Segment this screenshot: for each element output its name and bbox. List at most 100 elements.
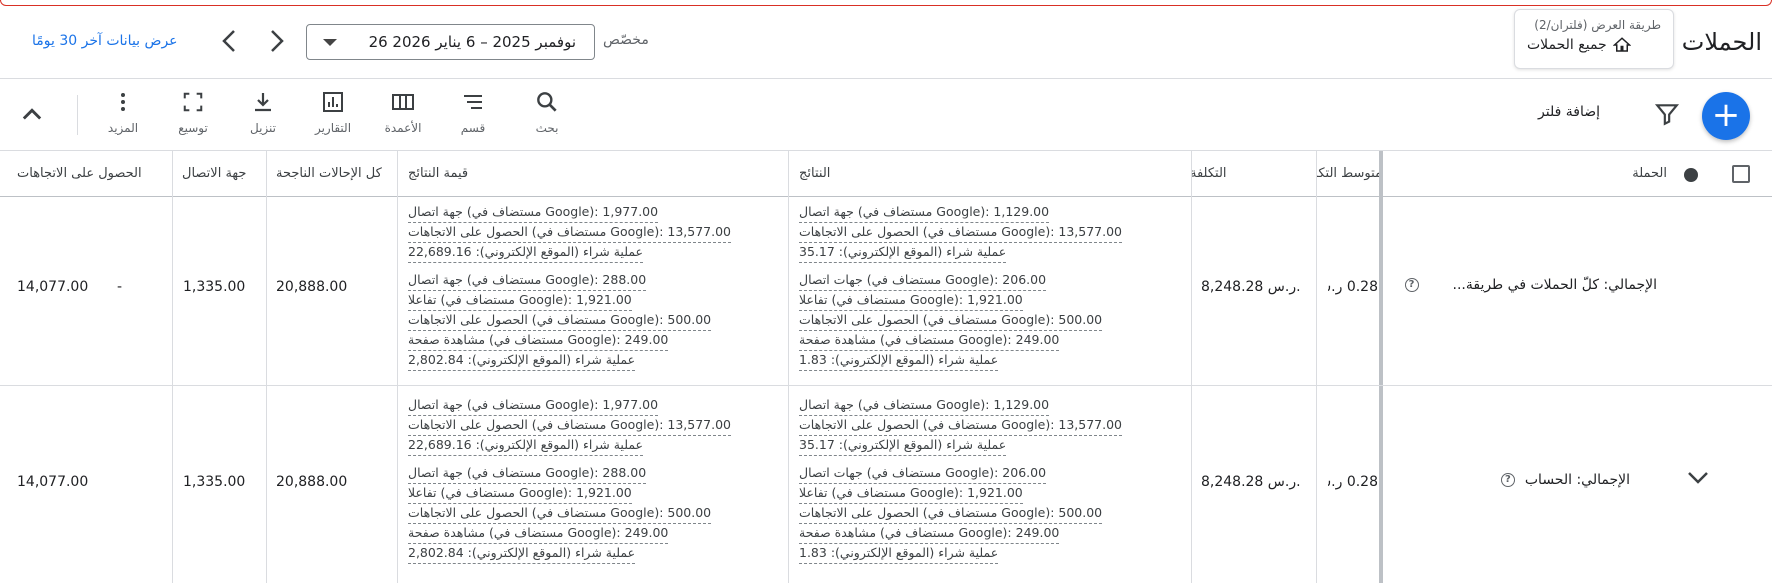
home-icon — [1612, 37, 1631, 52]
download-icon — [255, 93, 271, 112]
avg-cost-cell: 0.28 ر.س. — [1328, 279, 1378, 295]
results-line[interactable]: الحصول على الاتجاهات (مستضاف في Google):… — [799, 223, 1123, 243]
column-header-avg-cost[interactable]: متوسط التكلفة — [1316, 166, 1382, 181]
directions-cell: 14,077.00 — [17, 279, 89, 295]
results-bottom-group: جهات اتصال (مستضاف في Google): 206.00 تف… — [799, 464, 1179, 564]
dash-placeholder: - — [117, 279, 123, 295]
table-row[interactable]: الإجمالي: كلّ الحملات في طريقة... ? 0.28… — [0, 197, 1772, 386]
results-value-line[interactable]: تفاعلا (مستضاف في Google): 1,921.00 — [408, 291, 632, 311]
avg-cost-cell: 0.28 ر.س. — [1328, 474, 1378, 490]
date-range-text: 26 نوفمبر 2025 – 6 يناير 2026 — [368, 33, 576, 51]
table-row[interactable]: الإجمالي: الحساب ? 0.28 ر.س. 8,248.28 ر.… — [0, 386, 1772, 583]
all-conversions-cell: 20,888.00 — [276, 474, 348, 490]
next-period-icon[interactable] — [269, 28, 285, 59]
results-line[interactable]: عملية شراء (الموقع الإلكتروني): 35.17 — [799, 243, 1007, 263]
status-dot-icon[interactable] — [1684, 168, 1698, 182]
chevron-down-icon[interactable] — [1686, 470, 1710, 486]
results-value-line[interactable]: الحصول على الاتجاهات (مستضاف في Google):… — [408, 223, 732, 243]
results-line[interactable]: جهة اتصال (مستضاف في Google): 1,129.00 — [799, 396, 1050, 416]
results-line[interactable]: جهات اتصال (مستضاف في Google): 206.00 — [799, 464, 1047, 484]
download-label: تنزيل — [249, 121, 276, 135]
results-top-group: جهة اتصال (مستضاف في Google): 1,129.00 ا… — [799, 396, 1179, 456]
help-icon[interactable]: ? — [1404, 278, 1419, 292]
row-name: الإجمالي: الحساب — [1524, 472, 1630, 488]
select-all-checkbox[interactable] — [1732, 165, 1750, 183]
page-header: الحملات طريقة العرض (فلتران/2) جميع الحم… — [0, 6, 1772, 78]
view-mode-value: جميع الحملات — [1527, 37, 1607, 53]
results-value-line[interactable]: مشاهدة صفحة (مستضاف في Google): 249.00 — [408, 331, 669, 351]
results-value-line[interactable]: جهة اتصال (مستضاف في Google): 1,977.00 — [408, 396, 659, 416]
results-line[interactable]: الحصول على الاتجاهات (مستضاف في Google):… — [799, 504, 1103, 524]
row-name: الإجمالي: كلّ الحملات في طريقة... — [1452, 277, 1658, 293]
page-title: الحملات — [1681, 28, 1762, 56]
more-label: المزيد — [107, 121, 139, 135]
help-icon[interactable]: ? — [1500, 473, 1515, 487]
segment-icon — [464, 95, 482, 109]
results-line[interactable]: عملية شراء (الموقع الإلكتروني): 1.83 — [799, 544, 999, 564]
results-value-line[interactable]: عملية شراء (الموقع الإلكتروني): 22,689.1… — [408, 243, 644, 263]
chevron-up-icon[interactable] — [18, 101, 46, 129]
segment-button[interactable]: قسم — [438, 87, 508, 135]
results-value-line[interactable]: عملية شراء (الموقع الإلكتروني): 22,689.1… — [408, 436, 644, 456]
results-value-line[interactable]: عملية شراء (الموقع الإلكتروني): 2,802.84 — [408, 351, 636, 371]
cost-cell: 8,248.28 ر.س. — [1201, 474, 1301, 490]
results-bottom-group: جهات اتصال (مستضاف في Google): 206.00 تف… — [799, 271, 1179, 371]
results-value-cell: جهة اتصال (مستضاف في Google): 1,977.00 ا… — [408, 396, 783, 572]
results-line[interactable]: عملية شراء (الموقع الإلكتروني): 35.17 — [799, 436, 1007, 456]
results-value-line[interactable]: الحصول على الاتجاهات (مستضاف في Google):… — [408, 416, 732, 436]
add-campaign-button[interactable]: + — [1702, 92, 1750, 140]
results-line[interactable]: جهات اتصال (مستضاف في Google): 206.00 — [799, 271, 1047, 291]
column-header-results-value[interactable]: قيمة النتائج — [408, 166, 468, 181]
search-label: بحث — [535, 121, 559, 135]
columns-button[interactable]: الأعمدة — [368, 87, 438, 135]
search-button[interactable]: بحث — [512, 87, 582, 135]
results-line[interactable]: مشاهدة صفحة (مستضاف في Google): 249.00 — [799, 524, 1060, 544]
results-value-top-group: جهة اتصال (مستضاف في Google): 1,977.00 ا… — [408, 396, 783, 456]
results-cell: جهة اتصال (مستضاف في Google): 1,129.00 ا… — [799, 203, 1179, 379]
results-value-line[interactable]: عملية شراء (الموقع الإلكتروني): 2,802.84 — [408, 544, 636, 564]
view-last-30-days-link[interactable]: عرض بيانات آخر 30 يومًا — [32, 33, 178, 49]
contact-cell: 1,335.00 — [183, 279, 246, 295]
contact-cell: 1,335.00 — [183, 474, 246, 490]
results-value-cell: جهة اتصال (مستضاف في Google): 1,977.00 ا… — [408, 203, 783, 379]
results-line[interactable]: تفاعلا (مستضاف في Google): 1,921.00 — [799, 291, 1023, 311]
results-line[interactable]: مشاهدة صفحة (مستضاف في Google): 249.00 — [799, 331, 1060, 351]
results-value-bottom-group: جهة اتصال (مستضاف في Google): 288.00 تفا… — [408, 464, 783, 564]
results-value-line[interactable]: الحصول على الاتجاهات (مستضاف في Google):… — [408, 311, 712, 331]
results-value-line[interactable]: مشاهدة صفحة (مستضاف في Google): 249.00 — [408, 524, 669, 544]
dropdown-caret-icon — [323, 38, 337, 46]
results-value-line[interactable]: تفاعلا (مستضاف في Google): 1,921.00 — [408, 484, 632, 504]
fullscreen-icon — [183, 92, 203, 112]
results-line[interactable]: عملية شراء (الموقع الإلكتروني): 1.83 — [799, 351, 999, 371]
column-header-results[interactable]: النتائج — [799, 166, 830, 181]
column-header-directions[interactable]: الحصول على الاتجاهات — [17, 166, 142, 181]
results-line[interactable]: الحصول على الاتجاهات (مستضاف في Google):… — [799, 416, 1123, 436]
column-header-contact[interactable]: جهة الاتصال — [182, 166, 246, 181]
results-value-line[interactable]: جهة اتصال (مستضاف في Google): 288.00 — [408, 464, 647, 484]
table-toolbar: + إضافة فلتر بحث قسم الأعمدة التقارير تن… — [0, 79, 1772, 151]
results-line[interactable]: تفاعلا (مستضاف في Google): 1,921.00 — [799, 484, 1023, 504]
results-value-line[interactable]: جهة اتصال (مستضاف في Google): 288.00 — [408, 271, 647, 291]
column-header-cost[interactable]: التكلفة — [1190, 166, 1227, 181]
columns-icon — [392, 94, 414, 110]
download-button[interactable]: تنزيل — [228, 87, 298, 135]
cost-cell: 8,248.28 ر.س. — [1201, 279, 1301, 295]
results-value-top-group: جهة اتصال (مستضاف في Google): 1,977.00 ا… — [408, 203, 783, 263]
reports-button[interactable]: التقارير — [298, 87, 368, 135]
add-filter-button[interactable]: إضافة فلتر — [1538, 104, 1600, 120]
results-value-line[interactable]: جهة اتصال (مستضاف في Google): 1,977.00 — [408, 203, 659, 223]
more-button[interactable]: المزيد — [88, 87, 158, 135]
results-top-group: جهة اتصال (مستضاف في Google): 1,129.00 ا… — [799, 203, 1179, 263]
date-range-picker[interactable]: 26 نوفمبر 2025 – 6 يناير 2026 — [306, 24, 595, 60]
filter-icon[interactable] — [1654, 101, 1680, 127]
column-header-all-conversions[interactable]: كل الإحالات الناجحة — [276, 166, 382, 181]
previous-period-icon[interactable] — [221, 28, 237, 59]
all-conversions-cell: 20,888.00 — [276, 279, 348, 295]
results-line[interactable]: الحصول على الاتجاهات (مستضاف في Google):… — [799, 311, 1103, 331]
expand-button[interactable]: توسيع — [158, 87, 228, 135]
view-mode-selector[interactable]: طريقة العرض (فلتران/2) جميع الحملات — [1514, 9, 1674, 69]
results-line[interactable]: جهة اتصال (مستضاف في Google): 1,129.00 — [799, 203, 1050, 223]
column-header-campaign[interactable]: الحملة — [1632, 166, 1667, 181]
results-value-line[interactable]: الحصول على الاتجاهات (مستضاف في Google):… — [408, 504, 712, 524]
reports-icon — [323, 92, 343, 112]
